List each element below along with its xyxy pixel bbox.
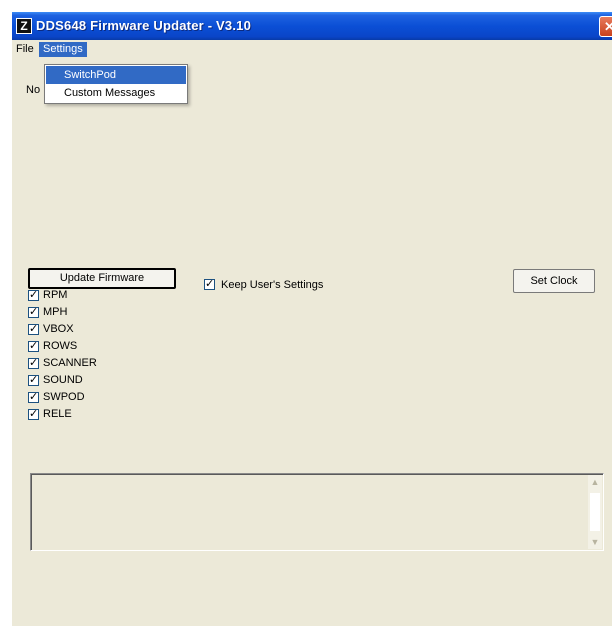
close-button[interactable]: ✕ bbox=[599, 16, 612, 37]
status-label: No bbox=[26, 84, 41, 96]
swpod-label: SWPOD bbox=[43, 391, 85, 403]
log-textarea[interactable]: ▲ ▼ bbox=[30, 473, 604, 551]
app-logo-icon: Z bbox=[16, 18, 32, 34]
sound-checkbox[interactable] bbox=[28, 373, 39, 386]
update-firmware-button[interactable]: Update Firmware bbox=[28, 268, 176, 289]
mph-label: MPH bbox=[43, 306, 68, 318]
scanner-checkbox[interactable] bbox=[28, 356, 39, 369]
scroll-up-icon[interactable]: ▲ bbox=[588, 475, 602, 489]
updater-window: Z DDS648 Firmware Updater - V3.10 ✕ File… bbox=[12, 12, 612, 626]
menu-item-switchpod[interactable]: SwitchPod bbox=[46, 66, 186, 84]
settings-dropdown-menu: SwitchPod Custom Messages bbox=[44, 64, 188, 104]
rele-label: RELE bbox=[43, 408, 72, 420]
menu-settings[interactable]: Settings bbox=[39, 42, 87, 57]
log-scrollbar[interactable]: ▲ ▼ bbox=[588, 475, 602, 549]
rele-checkbox[interactable] bbox=[28, 407, 39, 420]
scroll-thumb[interactable] bbox=[590, 493, 600, 531]
menu-file[interactable]: File bbox=[12, 42, 38, 57]
keep-settings-label: Keep User's Settings bbox=[221, 279, 324, 291]
scroll-down-icon[interactable]: ▼ bbox=[588, 535, 602, 549]
rows-label: ROWS bbox=[43, 340, 78, 352]
vbox-checkbox[interactable] bbox=[28, 322, 39, 335]
rpm-checkbox[interactable] bbox=[28, 288, 39, 301]
swpod-checkbox[interactable] bbox=[28, 390, 39, 403]
sound-label: SOUND bbox=[43, 374, 83, 386]
keep-settings-checkbox[interactable] bbox=[204, 277, 215, 290]
vbox-label: VBOX bbox=[43, 323, 74, 335]
title-bar[interactable]: Z DDS648 Firmware Updater - V3.10 ✕ bbox=[12, 12, 612, 40]
scanner-label: SCANNER bbox=[43, 357, 97, 369]
mph-checkbox[interactable] bbox=[28, 305, 39, 318]
rpm-label: RPM bbox=[43, 289, 68, 301]
menu-bar: File Settings bbox=[12, 40, 612, 58]
rows-checkbox[interactable] bbox=[28, 339, 39, 352]
set-clock-button[interactable]: Set Clock bbox=[513, 269, 595, 293]
update-firmware-label: Update Firmware bbox=[59, 272, 145, 284]
window-title: DDS648 Firmware Updater - V3.10 bbox=[36, 18, 252, 33]
menu-item-custom-messages[interactable]: Custom Messages bbox=[46, 84, 186, 102]
